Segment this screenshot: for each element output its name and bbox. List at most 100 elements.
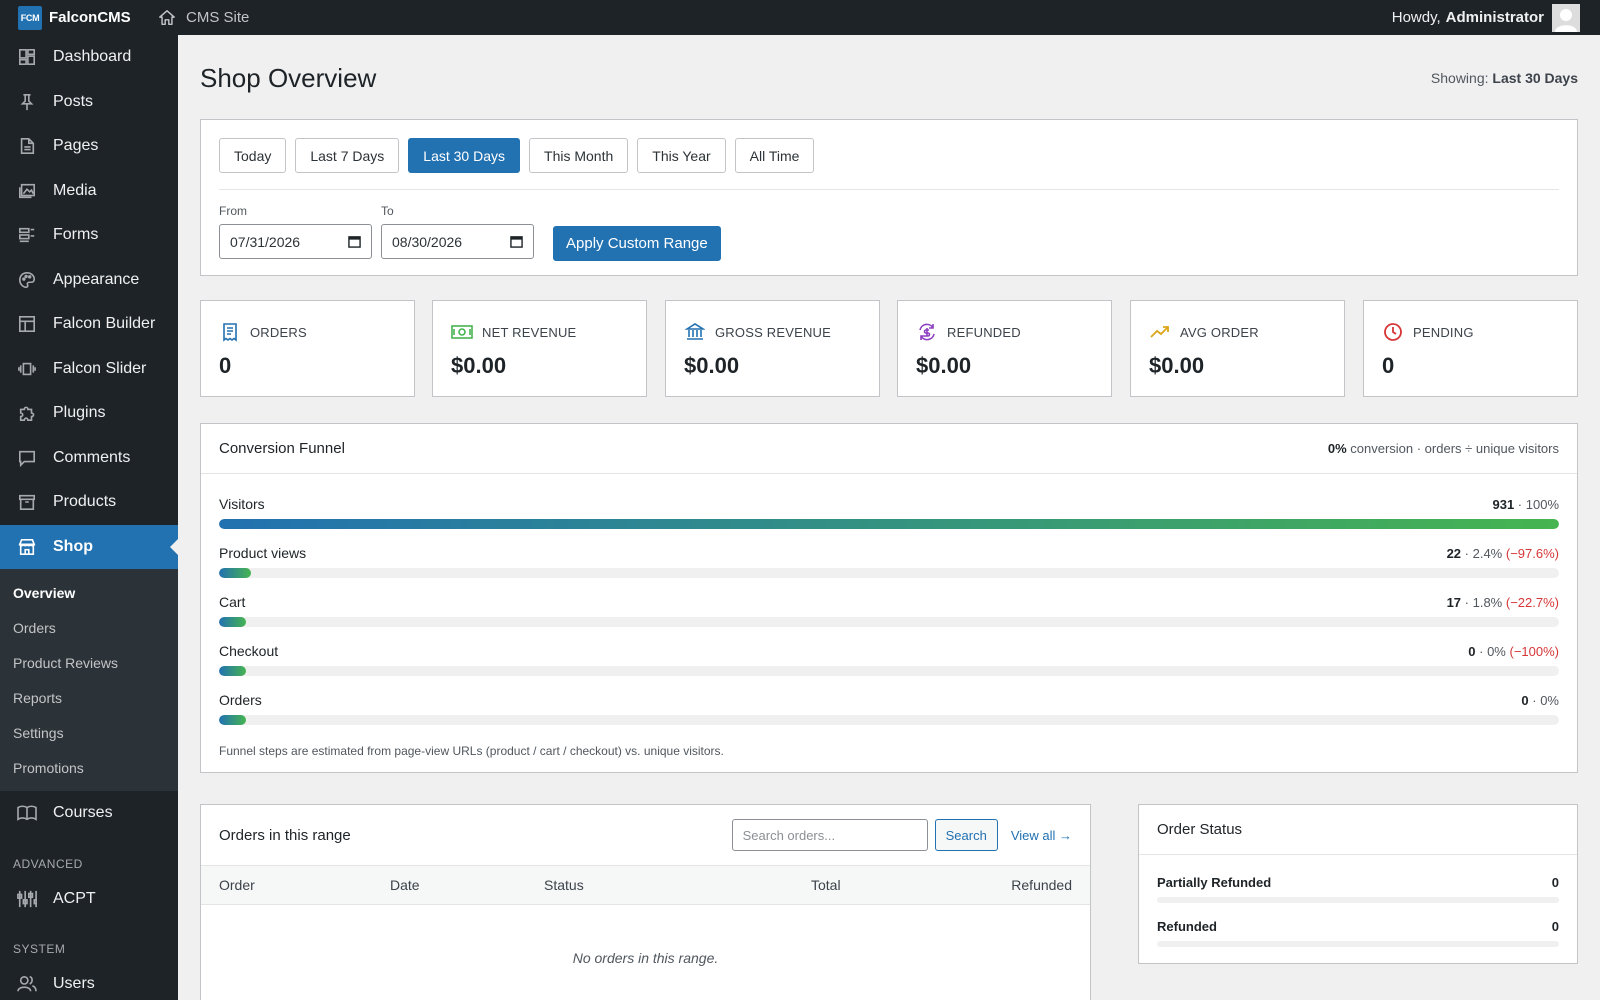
sidebar-item-label: Products [53, 493, 117, 511]
column-header-date[interactable]: Date [390, 877, 420, 893]
funnel-step-cart: Cart 17 · 1.8% (−22.7%) [219, 592, 1559, 632]
sidebar-item-users[interactable]: Users [0, 962, 178, 1000]
funnel-step-pct: 0% [1540, 692, 1559, 708]
brand-link[interactable]: FCM FalconCMS [0, 0, 146, 35]
stat-label: ORDERS [250, 324, 307, 340]
sidebar-item-label: Falcon Builder [53, 315, 156, 333]
builder-icon [17, 314, 37, 334]
search-orders-input[interactable]: Search orders... [731, 819, 928, 851]
sidebar-item-posts[interactable]: Posts [0, 80, 178, 125]
column-header-status[interactable]: Status [544, 877, 584, 893]
page-icon [17, 136, 37, 156]
sidebar-item-label: Courses [53, 804, 113, 822]
column-header-refunded[interactable]: Refunded [1011, 877, 1072, 893]
sidebar-item-label: ACPT [53, 889, 96, 907]
funnel-step-stat: 22 · 2.4% (−97.6%) [1446, 545, 1559, 561]
funnel-step-orders: Orders 0 · 0% [219, 690, 1559, 730]
sidebar-item-appearance[interactable]: Appearance [0, 258, 178, 303]
column-header-total[interactable]: Total [811, 877, 841, 893]
status-label: Refunded [1157, 919, 1217, 934]
to-date-value: 08/30/2026 [392, 233, 463, 250]
search-button[interactable]: Search [934, 819, 998, 851]
sidebar-item-media[interactable]: Media [0, 169, 178, 214]
submenu-item-reports[interactable]: Reports [0, 680, 178, 715]
book-icon [17, 803, 37, 823]
submenu-item-product-reviews[interactable]: Product Reviews [0, 645, 178, 680]
submenu-item-promotions[interactable]: Promotions [0, 750, 178, 785]
sidebar-item-label: Dashboard [53, 48, 132, 66]
funnel-step-label: Orders [219, 692, 262, 708]
funnel-bar-track [219, 519, 1559, 529]
status-bar-track [1157, 941, 1559, 947]
section-advanced: ADVANCED [13, 856, 83, 871]
column-header-order[interactable]: Order [219, 877, 255, 893]
sidebar-item-acpt[interactable]: ACPT [0, 877, 178, 922]
from-date-input[interactable]: 07/31/2026 [219, 224, 372, 259]
submenu-item-settings[interactable]: Settings [0, 715, 178, 750]
brand-name: FalconCMS [49, 9, 131, 26]
avatar [1552, 3, 1580, 32]
range-last-30-days-button[interactable]: Last 30 Days [408, 138, 521, 173]
submenu-item-overview[interactable]: Overview [0, 575, 178, 610]
range-all-time-button[interactable]: All Time [734, 138, 815, 173]
sidebar-item-dashboard[interactable]: Dashboard [0, 35, 178, 80]
funnel-step-pct: 100% [1525, 496, 1559, 512]
receipt-icon [219, 321, 241, 343]
sidebar-item-falcon-slider[interactable]: Falcon Slider [0, 347, 178, 392]
from-date-value: 07/31/2026 [230, 233, 301, 250]
sidebar-item-shop[interactable]: Shop [0, 524, 178, 569]
greeting-text: Howdy, [1391, 9, 1441, 26]
sidebar-item-courses[interactable]: Courses [0, 791, 178, 836]
showing-value: Last 30 Days [1492, 70, 1578, 86]
orders-title: Orders in this range [219, 826, 351, 844]
stat-value: $0.00 [1149, 353, 1205, 378]
home-icon [159, 9, 175, 25]
stat-value: $0.00 [916, 353, 972, 378]
stat-label: AVG ORDER [1180, 324, 1259, 340]
range-this-month-button[interactable]: This Month [529, 138, 629, 173]
range-last-7-days-button[interactable]: Last 7 Days [295, 138, 400, 173]
date-range-panel: Today Last 7 Days Last 30 Days This Mont… [200, 119, 1578, 276]
conversion-funnel-panel: Conversion Funnel 0% conversion · orders… [200, 423, 1578, 773]
sidebar-item-label: Comments [53, 448, 131, 466]
stat-card-orders: ORDERS 0 [200, 300, 415, 397]
acpt-icon [17, 889, 37, 909]
funnel-title: Conversion Funnel [219, 440, 345, 457]
brand-logo: FCM [18, 5, 42, 30]
funnel-bar-track [219, 715, 1559, 725]
sidebar-item-label: Users [53, 975, 95, 993]
clock-icon [1382, 321, 1404, 343]
sidebar-item-falcon-builder[interactable]: Falcon Builder [0, 302, 178, 347]
sidebar-item-plugins[interactable]: Plugins [0, 391, 178, 436]
pin-icon [17, 92, 37, 112]
shop-submenu: Overview Orders Product Reviews Reports … [0, 569, 178, 791]
range-today-button[interactable]: Today [219, 138, 287, 173]
funnel-bar-track [219, 568, 1559, 578]
order-status-title: Order Status [1139, 805, 1577, 855]
sidebar-item-comments[interactable]: Comments [0, 436, 178, 481]
apply-custom-range-button[interactable]: Apply Custom Range [553, 226, 721, 261]
palette-icon [17, 270, 37, 290]
sidebar-item-pages[interactable]: Pages [0, 124, 178, 169]
funnel-bar-fill [219, 666, 246, 676]
submenu-item-orders[interactable]: Orders [0, 610, 178, 645]
range-this-year-button[interactable]: This Year [637, 138, 726, 173]
users-icon [17, 974, 37, 994]
funnel-step-pct: 2.4% [1472, 545, 1503, 561]
sidebar-item-products[interactable]: Products [0, 480, 178, 525]
funnel-step-label: Visitors [219, 496, 265, 512]
to-date-input[interactable]: 08/30/2026 [381, 224, 534, 259]
stat-card-refunded: REFUNDED $0.00 [897, 300, 1112, 397]
status-bar-track [1157, 897, 1559, 903]
view-all-link[interactable]: View all → [1011, 828, 1072, 843]
account-menu[interactable]: Howdy, Administrator [1391, 3, 1600, 32]
funnel-step-count: 22 [1446, 545, 1462, 561]
showing-label: Showing: [1430, 70, 1489, 86]
sidebar-item-forms[interactable]: Forms [0, 213, 178, 258]
funnel-step-stat: 17 · 1.8% (−22.7%) [1446, 594, 1559, 610]
search-placeholder: Search orders... [742, 827, 836, 843]
slider-icon [17, 359, 37, 379]
dashboard-icon [17, 47, 37, 67]
site-link[interactable]: CMS Site [158, 9, 249, 27]
to-date-group: To 08/30/2026 [381, 204, 534, 259]
